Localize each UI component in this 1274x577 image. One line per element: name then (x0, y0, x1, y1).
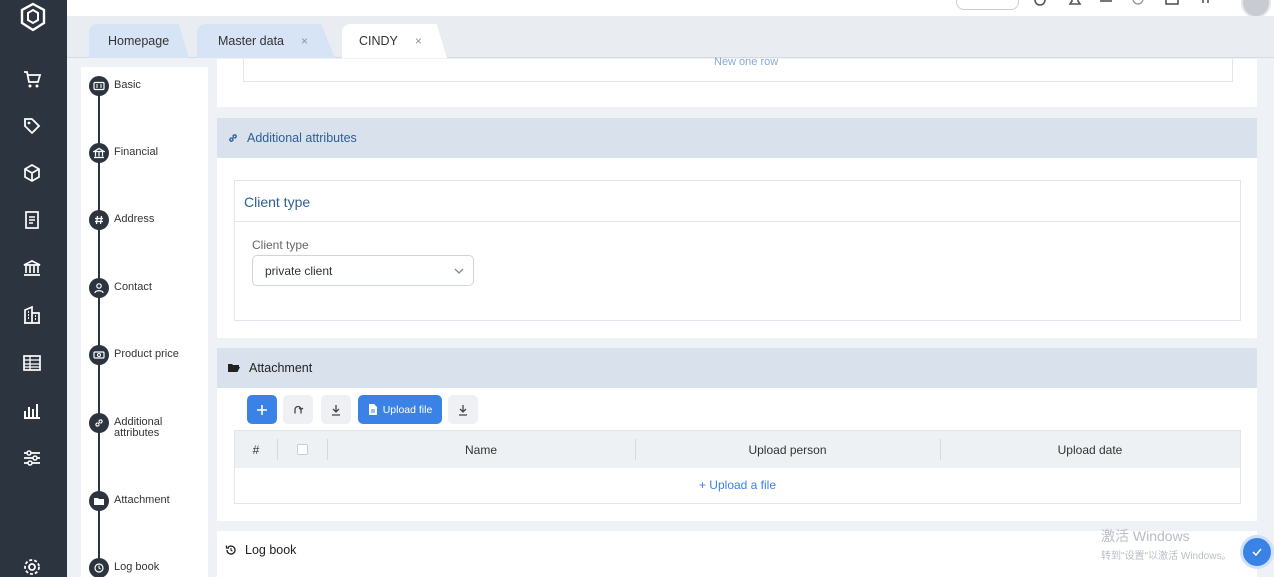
column-name[interactable]: Name (327, 431, 635, 468)
watermark-line: 激活 Windows (1101, 528, 1190, 544)
check-icon (1252, 548, 1262, 557)
download-button[interactable] (321, 395, 351, 424)
money-icon (89, 345, 109, 365)
step-attachment[interactable]: Attachment (89, 491, 194, 511)
tab-label: Homepage (108, 34, 170, 48)
close-icon[interactable]: × (415, 34, 422, 48)
step-financial[interactable]: Financial (89, 143, 194, 163)
upload-file-button[interactable]: Upload file (358, 395, 442, 424)
step-log-book[interactable]: Log book (89, 558, 194, 577)
package-icon[interactable] (20, 161, 44, 185)
step-label: Additional attributes (114, 416, 163, 439)
windows-activation-watermark: 激活 Windows 转到"设置"以激活 Windows。 (1101, 526, 1231, 562)
log-book-header: Log book (225, 543, 296, 557)
table-header: # Name Upload person Upload date (235, 431, 1240, 468)
settings-icon[interactable] (20, 555, 44, 577)
person-icon (89, 278, 109, 298)
top-dropdown[interactable] (956, 0, 1019, 10)
help-icon[interactable] (1130, 0, 1146, 9)
left-nav-rail (0, 0, 67, 577)
link-icon (89, 413, 109, 433)
invoice-icon[interactable] (20, 208, 44, 232)
step-address[interactable]: Address (89, 210, 194, 230)
top-bar (67, 0, 1274, 18)
folder-icon (89, 491, 109, 511)
step-label: Attachment (114, 494, 170, 506)
refresh-button[interactable] (283, 395, 313, 424)
hash-icon (89, 210, 109, 230)
calendar-icon[interactable] (1164, 0, 1180, 9)
step-label: Log book (114, 561, 160, 573)
plus-icon (257, 404, 267, 415)
floating-action-button[interactable] (1240, 535, 1274, 569)
attachment-header: Attachment (217, 348, 1257, 388)
close-icon[interactable]: × (301, 34, 308, 48)
tab-master-data[interactable]: Master data × (197, 24, 335, 58)
attachment-table: # Name Upload person Upload date + Uploa… (234, 430, 1241, 504)
download-all-button[interactable] (448, 395, 478, 424)
history-icon (89, 558, 109, 577)
bank-icon[interactable] (20, 256, 44, 280)
building-icon[interactable] (20, 303, 44, 327)
table-icon[interactable] (20, 351, 44, 375)
download-icon (459, 404, 467, 416)
tab-label: Master data (218, 34, 285, 48)
shortcut-icon[interactable] (1098, 0, 1114, 9)
step-label: Address (114, 213, 155, 225)
step-label: Financial (114, 146, 159, 158)
link-icon (227, 132, 239, 144)
bank-icon (89, 143, 109, 163)
column-upload-person[interactable]: Upload person (635, 431, 940, 468)
step-basic[interactable]: Basic (89, 76, 194, 96)
tab-label: CINDY (359, 34, 398, 48)
tab-cindy[interactable]: CINDY × (342, 24, 447, 58)
section-title: Additional attributes (247, 131, 357, 145)
id-card-icon (89, 76, 109, 96)
step-product-price[interactable]: Product price (89, 345, 194, 365)
group-title: Client type (244, 194, 311, 210)
step-navigator: Basic Financial Address Contact Product … (81, 67, 208, 577)
tab-homepage[interactable]: Homepage (89, 24, 189, 58)
column-index: # (252, 442, 260, 457)
select-all-checkbox[interactable] (277, 431, 327, 468)
app-logo[interactable] (14, 0, 52, 34)
button-label: Upload file (382, 403, 433, 416)
fullscreen-icon[interactable] (1200, 0, 1216, 9)
additional-attributes-header: Additional attributes (217, 118, 1257, 158)
client-type-select[interactable]: private client (252, 255, 474, 286)
client-type-label: Client type (252, 238, 309, 252)
refresh-icon (294, 405, 304, 413)
bell-icon[interactable] (1067, 0, 1083, 9)
select-value: private client (265, 263, 333, 278)
download-icon (332, 404, 340, 416)
checkbox[interactable] (296, 444, 308, 455)
step-label: Contact (114, 281, 152, 293)
divider (235, 221, 1240, 222)
add-button[interactable] (247, 395, 277, 424)
column-upload-date[interactable]: Upload date (940, 431, 1240, 468)
section-title: Log book (245, 543, 297, 557)
step-contact[interactable]: Contact (89, 278, 194, 298)
step-label: Basic (114, 79, 141, 91)
client-type-group: Client type Client type private client (234, 180, 1241, 321)
tag-icon[interactable] (20, 114, 44, 138)
cart-icon[interactable] (20, 67, 44, 91)
section-title: Attachment (249, 361, 313, 375)
step-label: Product price (114, 348, 179, 360)
previous-section-card: New one row (217, 56, 1257, 107)
new-row-link[interactable]: New one row (714, 56, 778, 68)
step-additional-attributes[interactable]: Additional attributes (89, 413, 194, 439)
history-icon (225, 544, 237, 556)
upload-a-file-link[interactable]: + Upload a file (235, 478, 1240, 492)
sliders-icon[interactable] (20, 446, 44, 470)
bar-chart-icon[interactable] (20, 398, 44, 422)
chevron-down-icon (454, 268, 464, 274)
tab-strip: Homepage Master data × CINDY × (67, 16, 1274, 58)
additional-attributes-card: Client type Client type private client (217, 158, 1257, 338)
search-icon[interactable] (1033, 0, 1049, 9)
file-icon (368, 404, 377, 415)
folder-open-icon (227, 362, 241, 374)
attachment-card: Upload file # Name Upload person Upload … (217, 388, 1257, 521)
watermark-line: 转到"设置"以激活 Windows。 (1101, 551, 1232, 562)
